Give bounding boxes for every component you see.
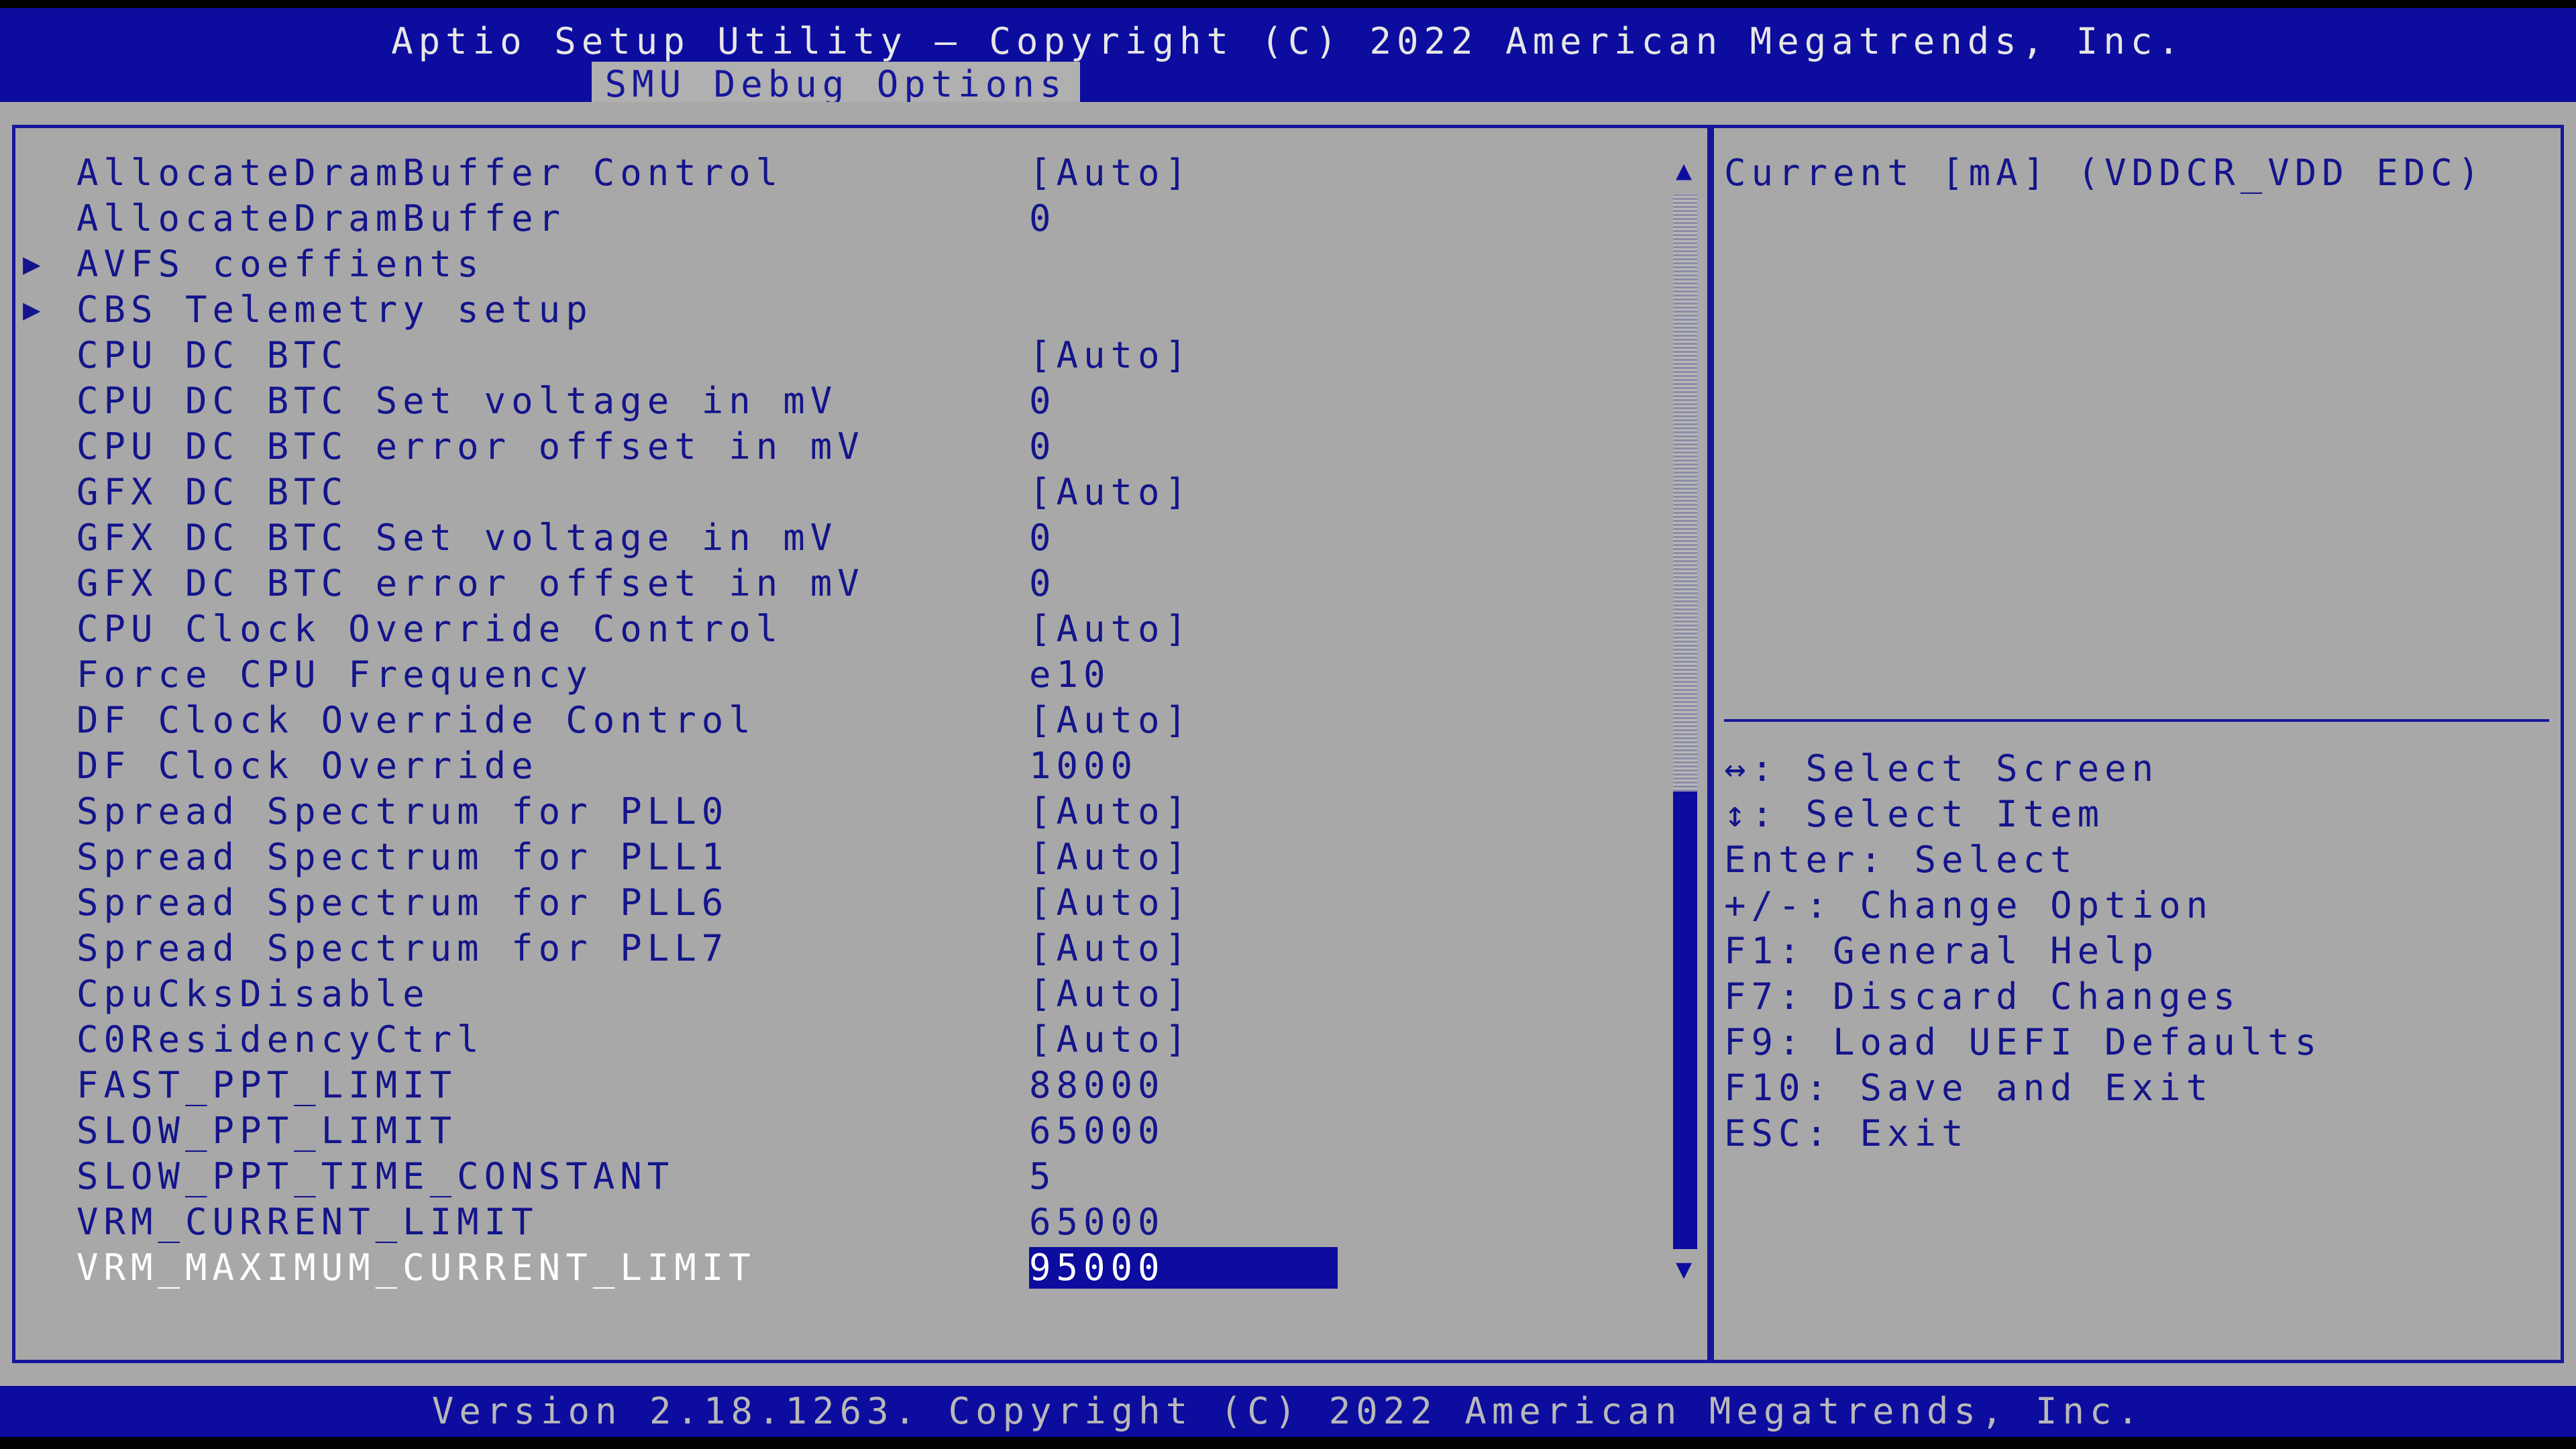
- setting-label: FAST_PPT_LIMIT: [76, 1064, 458, 1106]
- setting-value[interactable]: [Auto]: [1029, 333, 1192, 378]
- setting-row[interactable]: Spread Spectrum for PLL0 [Auto]: [0, 789, 1664, 835]
- setting-row[interactable]: CPU DC BTC [Auto]: [0, 333, 1664, 378]
- setting-label: Force CPU Frequency: [76, 653, 593, 696]
- setting-value[interactable]: [Auto]: [1029, 880, 1192, 926]
- setting-value[interactable]: [Auto]: [1029, 150, 1192, 196]
- setting-row[interactable]: DF Clock Override Control [Auto]: [0, 698, 1664, 743]
- setting-row[interactable]: CpuCksDisable [Auto]: [0, 971, 1664, 1017]
- window-title: Aptio Setup Utility – Copyright (C) 2022…: [391, 20, 2185, 62]
- setting-value[interactable]: [Auto]: [1029, 789, 1192, 835]
- setting-row[interactable]: SLOW_PPT_TIME_CONSTANT 5: [0, 1154, 1664, 1199]
- setting-row[interactable]: Force CPU Frequency e10: [0, 652, 1664, 698]
- setting-value[interactable]: [Auto]: [1029, 470, 1192, 515]
- setting-value[interactable]: [Auto]: [1029, 606, 1192, 652]
- setting-label: Spread Spectrum for PLL1: [76, 836, 729, 878]
- setting-value[interactable]: 95000: [1029, 1247, 1338, 1289]
- setting-row[interactable]: GFX DC BTC error offset in mV 0: [0, 561, 1664, 606]
- setting-label: Spread Spectrum for PLL6: [76, 881, 729, 924]
- setting-row[interactable]: CPU Clock Override Control [Auto]: [0, 606, 1664, 652]
- setting-label: DF Clock Override Control: [76, 699, 756, 741]
- setting-row[interactable]: GFX DC BTC [Auto]: [0, 470, 1664, 515]
- setting-value[interactable]: 0: [1029, 424, 1057, 470]
- setting-value[interactable]: 65000: [1029, 1199, 1165, 1245]
- setting-label: Spread Spectrum for PLL7: [76, 927, 729, 969]
- setting-row[interactable]: AllocateDramBuffer 0: [0, 196, 1664, 241]
- setting-label: CBS Telemetry setup: [76, 288, 593, 331]
- setting-label: CPU Clock Override Control: [76, 608, 784, 650]
- setting-value[interactable]: [Auto]: [1029, 971, 1192, 1017]
- setting-value[interactable]: 5: [1029, 1154, 1057, 1199]
- setting-row[interactable]: Spread Spectrum for PLL7 [Auto]: [0, 926, 1664, 971]
- setting-label: Spread Spectrum for PLL0: [76, 790, 729, 833]
- scroll-down-arrow-icon[interactable]: ▼: [1669, 1256, 1699, 1283]
- setting-row[interactable]: AllocateDramBuffer Control [Auto]: [0, 150, 1664, 196]
- help-divider: [1724, 719, 2549, 722]
- setting-row[interactable]: FAST_PPT_LIMIT 88000: [0, 1063, 1664, 1108]
- setting-label: VRM_MAXIMUM_CURRENT_LIMIT: [76, 1246, 756, 1289]
- setting-value[interactable]: 0: [1029, 196, 1057, 241]
- key-hint: ↕: Select Item: [1724, 793, 2105, 835]
- setting-label: VRM_CURRENT_LIMIT: [76, 1201, 539, 1243]
- setting-value[interactable]: 88000: [1029, 1063, 1165, 1108]
- setting-value[interactable]: e10: [1029, 652, 1111, 698]
- key-hint: F1: General Help: [1724, 930, 2159, 972]
- setting-value[interactable]: 0: [1029, 378, 1057, 424]
- setting-row[interactable]: C0ResidencyCtrl [Auto]: [0, 1017, 1664, 1063]
- setting-row[interactable]: DF Clock Override 1000: [0, 743, 1664, 789]
- setting-label: GFX DC BTC error offset in mV: [76, 562, 865, 604]
- setting-value[interactable]: 0: [1029, 561, 1057, 606]
- setting-row[interactable]: CPU DC BTC error offset in mV 0: [0, 424, 1664, 470]
- setting-row[interactable]: CPU DC BTC Set voltage in mV 0: [0, 378, 1664, 424]
- setting-label: SLOW_PPT_LIMIT: [76, 1110, 458, 1152]
- setting-label: C0ResidencyCtrl: [76, 1018, 484, 1061]
- setting-label: CpuCksDisable: [76, 973, 430, 1015]
- setting-value[interactable]: [Auto]: [1029, 698, 1192, 743]
- tab-smu-debug-options[interactable]: SMU Debug Options: [592, 62, 1080, 107]
- scrollbar-track[interactable]: [1673, 195, 1697, 792]
- setting-row[interactable]: ▶ CBS Telemetry setup: [0, 287, 1664, 333]
- key-hint: ESC: Exit: [1724, 1112, 1969, 1155]
- setting-row[interactable]: Spread Spectrum for PLL6 [Auto]: [0, 880, 1664, 926]
- setting-label: CPU DC BTC error offset in mV: [76, 425, 865, 468]
- setting-label: AllocateDramBuffer: [76, 197, 566, 239]
- help-frame: [1711, 125, 2564, 1363]
- setting-row[interactable]: ▶ AVFS coeffients: [0, 241, 1664, 287]
- setting-label: SLOW_PPT_TIME_CONSTANT: [76, 1155, 675, 1197]
- key-hint: Enter: Select: [1724, 839, 2078, 881]
- setting-label: AVFS coeffients: [76, 243, 484, 285]
- setting-row[interactable]: GFX DC BTC Set voltage in mV 0: [0, 515, 1664, 561]
- setting-row[interactable]: VRM_MAXIMUM_CURRENT_LIMIT 95000: [0, 1245, 1664, 1291]
- title-bar: Aptio Setup Utility – Copyright (C) 2022…: [0, 8, 2576, 107]
- setting-label: CPU DC BTC: [76, 334, 349, 376]
- key-hint: +/-: Change Option: [1724, 884, 2214, 926]
- setting-value[interactable]: 1000: [1029, 743, 1138, 789]
- scroll-up-arrow-icon[interactable]: ▲: [1669, 157, 1699, 184]
- setting-row[interactable]: Spread Spectrum for PLL1 [Auto]: [0, 835, 1664, 880]
- setting-value[interactable]: 65000: [1029, 1108, 1165, 1154]
- key-hint: ↔: Select Screen: [1724, 747, 2159, 790]
- setting-label: DF Clock Override: [76, 745, 539, 787]
- submenu-arrow-icon: ▶: [23, 292, 41, 327]
- setting-value[interactable]: [Auto]: [1029, 835, 1192, 880]
- key-hint: F9: Load UEFI Defaults: [1724, 1021, 2322, 1063]
- key-hint: F10: Save and Exit: [1724, 1067, 2214, 1109]
- submenu-arrow-icon: ▶: [23, 247, 41, 281]
- setting-label: CPU DC BTC Set voltage in mV: [76, 380, 838, 422]
- version-footer: Version 2.18.1263. Copyright (C) 2022 Am…: [0, 1386, 2576, 1437]
- setting-label: GFX DC BTC Set voltage in mV: [76, 517, 838, 559]
- setting-row[interactable]: SLOW_PPT_LIMIT 65000: [0, 1108, 1664, 1154]
- setting-value[interactable]: [Auto]: [1029, 926, 1192, 971]
- help-description: Current [mA] (VDDCR_VDD EDC): [1724, 152, 2485, 194]
- setting-value[interactable]: 0: [1029, 515, 1057, 561]
- key-hint: F7: Discard Changes: [1724, 975, 2241, 1018]
- scrollbar-thumb[interactable]: [1673, 792, 1697, 1249]
- setting-label: AllocateDramBuffer Control: [76, 152, 784, 194]
- setting-value[interactable]: [Auto]: [1029, 1017, 1192, 1063]
- setting-label: GFX DC BTC: [76, 471, 349, 513]
- setting-row[interactable]: VRM_CURRENT_LIMIT 65000: [0, 1199, 1664, 1245]
